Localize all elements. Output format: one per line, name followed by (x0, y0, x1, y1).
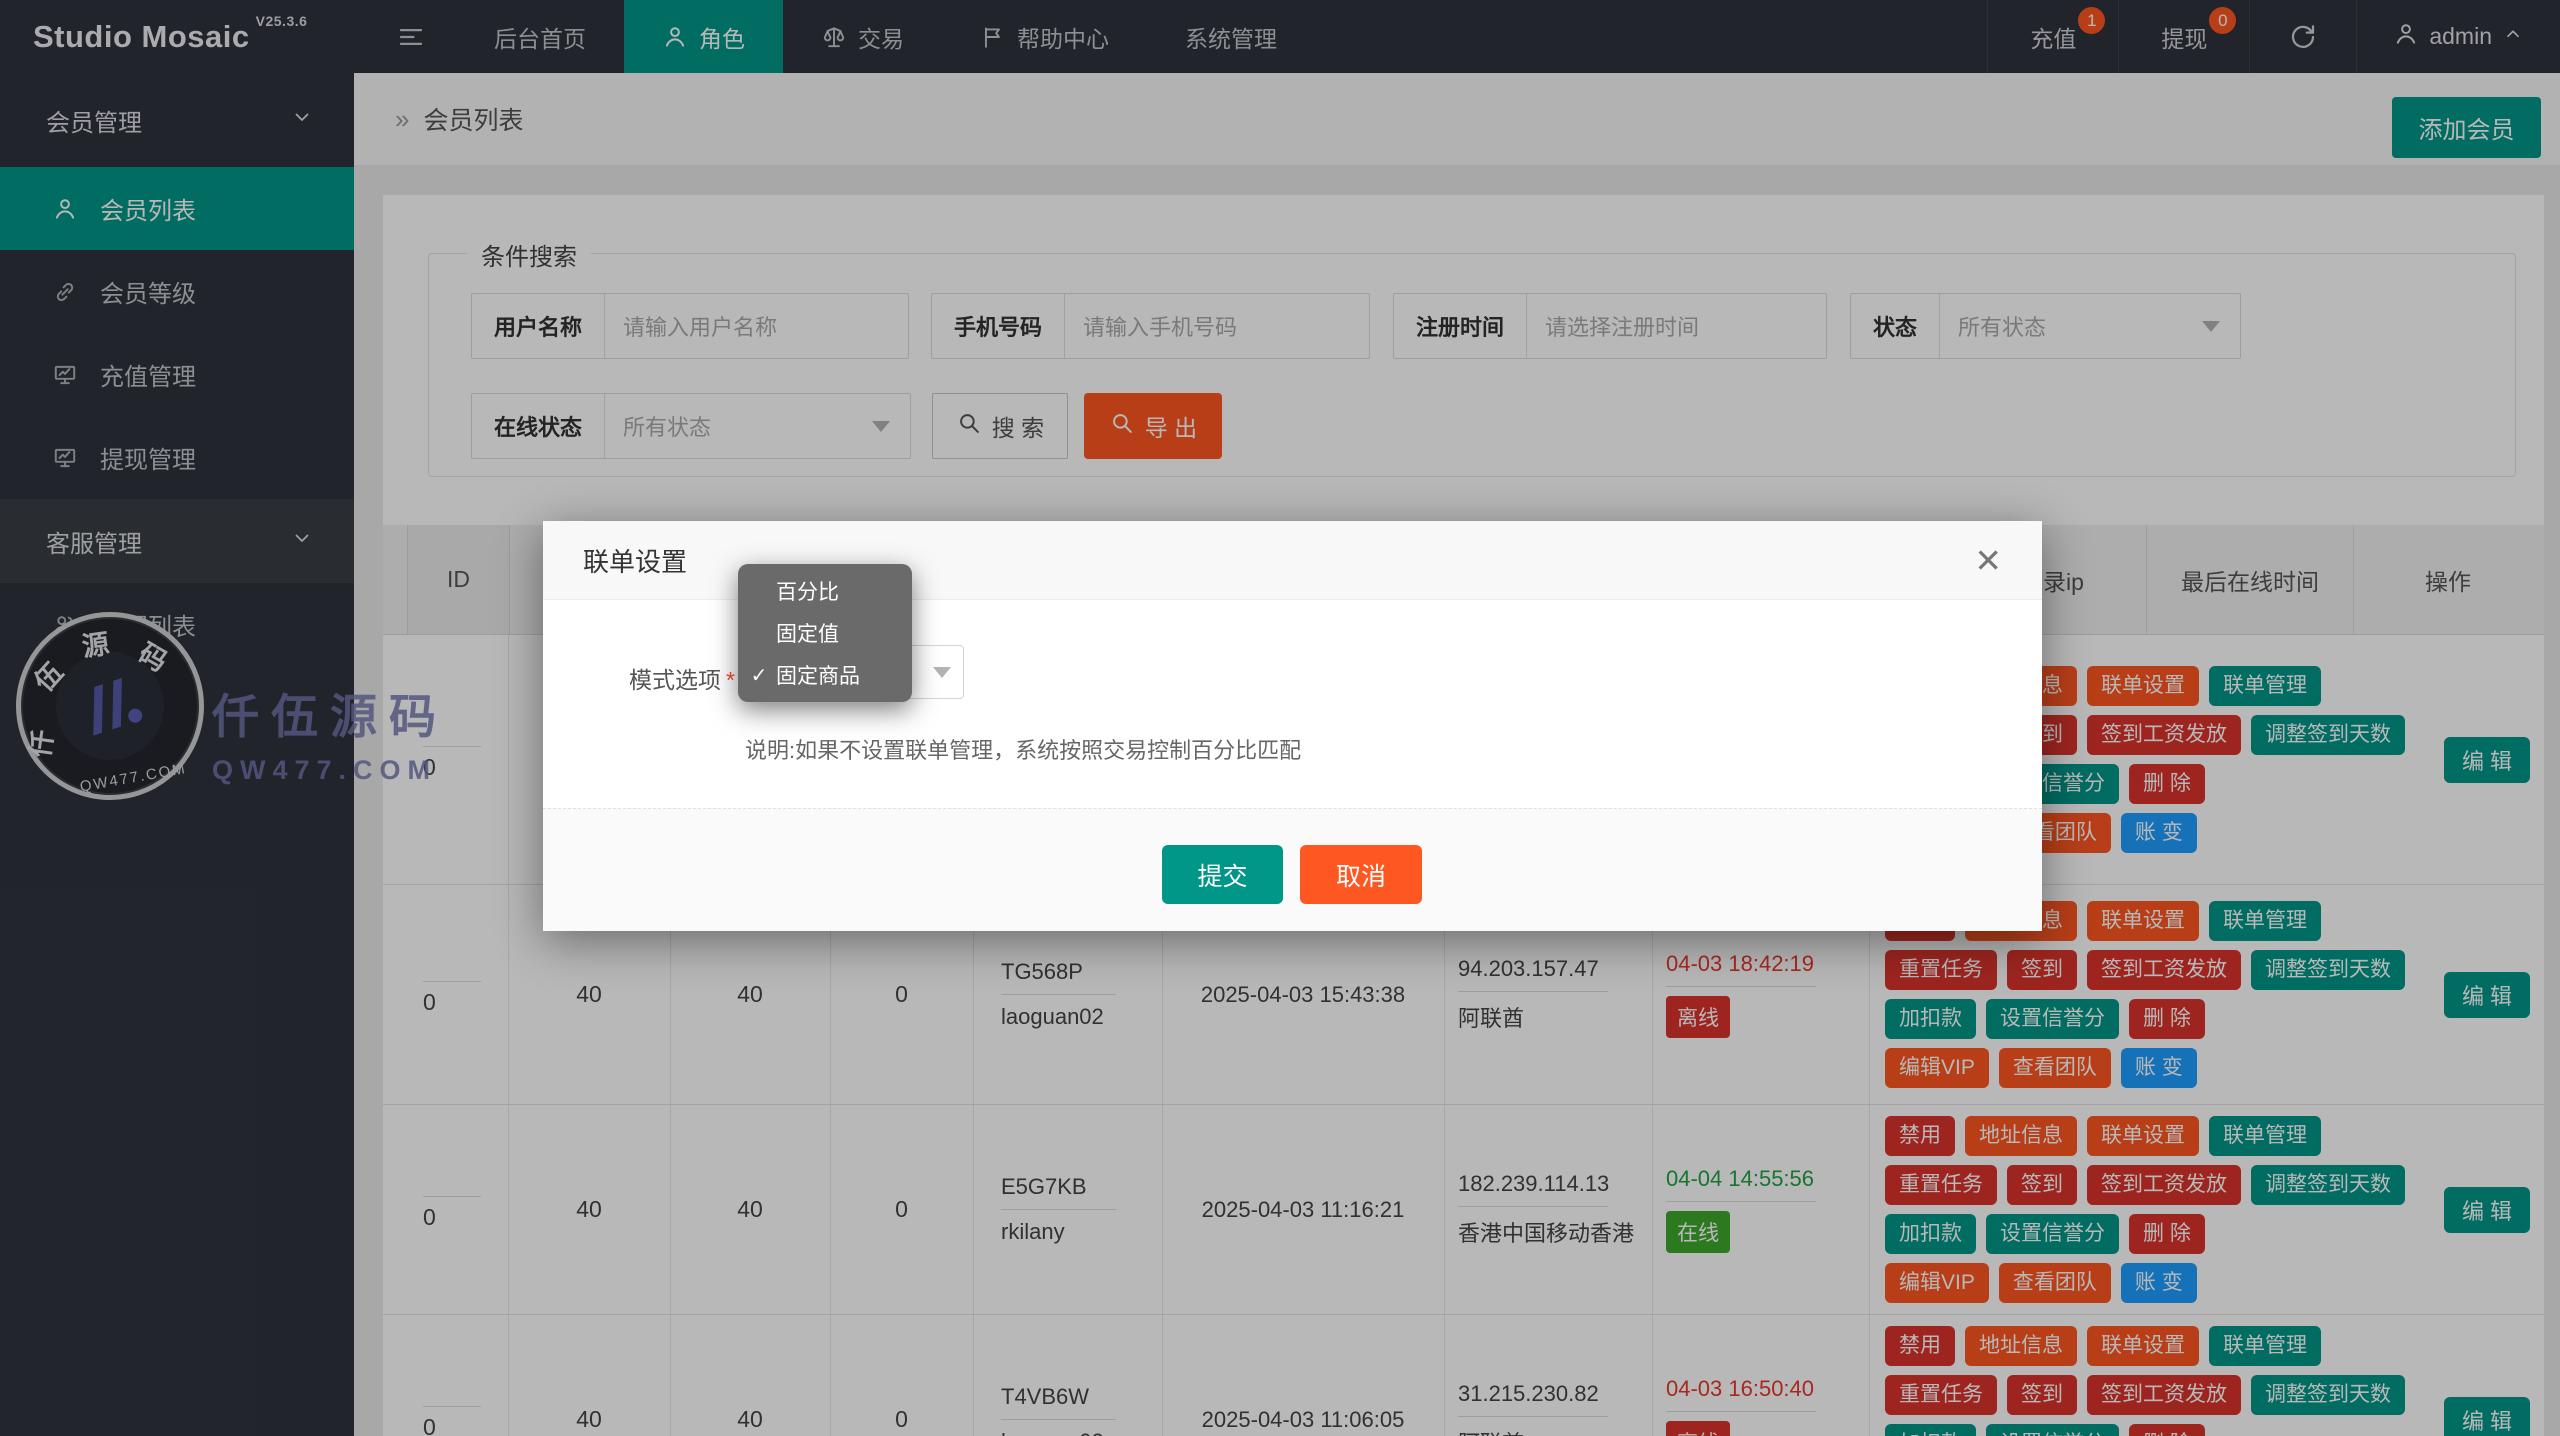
dropdown-option-百分比[interactable]: 百分比 (738, 570, 912, 612)
cancel-button[interactable]: 取消 (1300, 845, 1422, 904)
dropdown-option-固定值[interactable]: 固定值 (738, 612, 912, 654)
checkmark-icon: ✓ (746, 663, 772, 688)
select-caret-icon (933, 667, 951, 678)
modal-title: 联单设置 (583, 542, 687, 579)
option-label: 固定值 (776, 618, 839, 648)
close-icon[interactable]: ✕ (1974, 544, 2002, 577)
submit-button[interactable]: 提交 (1162, 845, 1283, 904)
option-label: 固定商品 (776, 660, 860, 690)
modal-footer: 提交 取消 (543, 808, 2042, 931)
app-window: Studio Mosaic V25.3.6 后台首页角色交易帮助中心系统管理 充… (0, 0, 2560, 1436)
mode-option-label: 模式选项* (629, 661, 735, 695)
modal-note: 说明:如果不设置联单管理，系统按照交易控制百分比匹配 (745, 733, 1301, 765)
option-label: 百分比 (776, 576, 839, 606)
required-asterisk: * (726, 667, 735, 693)
select-dropdown-popup: 百分比固定值✓固定商品 (738, 564, 912, 702)
dropdown-option-固定商品[interactable]: ✓固定商品 (738, 654, 912, 696)
